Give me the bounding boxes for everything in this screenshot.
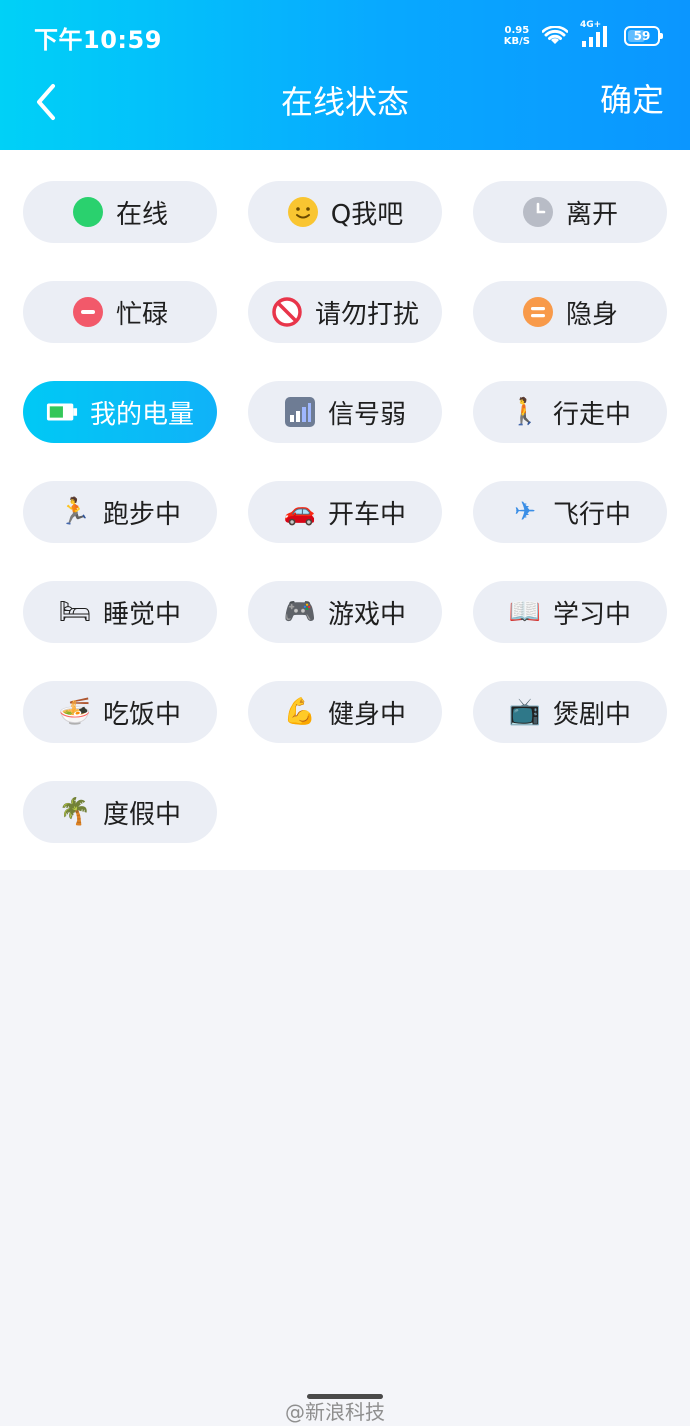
smile-face-icon [287, 196, 319, 228]
bed-icon: 🛏 [58, 597, 92, 627]
noodle-bowl-icon: 🍜 [58, 697, 92, 727]
no-entry-icon [271, 296, 303, 328]
status-option[interactable]: 🏃 跑步中 [23, 481, 217, 543]
status-option-label: 睡觉中 [102, 599, 181, 630]
status-option[interactable]: 🌴 度假中 [23, 781, 217, 843]
status-option-label: 游戏中 [327, 599, 406, 630]
status-option-label: 度假中 [102, 799, 181, 830]
watermark: @新浪科技 [285, 1400, 385, 1424]
status-option[interactable]: 🛏 睡觉中 [23, 581, 217, 643]
status-option-label: 吃饭中 [102, 699, 181, 730]
status-option[interactable]: 忙碌 [23, 281, 217, 343]
battery-icon: 59 [624, 26, 663, 46]
status-option[interactable]: 我的电量 [23, 381, 217, 443]
page-title: 在线状态 [280, 83, 409, 121]
status-panel: 在线 Q我吧 离开忙碌 请勿打扰 隐身我的电量 信号弱 🚶 行走中 🏃 跑步中 🚗 开车中 ✈ 飞行中 🛏 睡… [0, 150, 690, 870]
status-option[interactable]: 🚶 行走中 [473, 381, 667, 443]
status-grid: 在线 Q我吧 离开忙碌 请勿打扰 隐身我的电量 信号弱 🚶 行走中 🏃 跑步中 🚗 开车中 ✈ 飞行中 🛏 睡… [23, 181, 667, 843]
status-option-label: 开车中 [327, 499, 406, 530]
status-bar: 下午10:59 0.95 KB/S 4G+ 59 [0, 0, 690, 70]
battery-level: 59 [633, 29, 651, 43]
status-option-label: 煲剧中 [552, 699, 631, 730]
wifi-icon [542, 26, 568, 44]
airplane-icon: ✈ [514, 497, 536, 527]
status-option[interactable]: ✈ 飞行中 [473, 481, 667, 543]
status-option[interactable]: 请勿打扰 [248, 281, 442, 343]
status-option-label: 飞行中 [552, 499, 631, 530]
walking-icon: 🚶 [508, 397, 542, 427]
app-header: 下午10:59 0.95 KB/S 4G+ 59 在线状态 确定 [0, 0, 690, 150]
status-option[interactable]: 离开 [473, 181, 667, 243]
flexed-arm-icon: 💪 [283, 697, 317, 727]
status-option-label: 学习中 [552, 599, 631, 630]
status-option[interactable]: 🎮 游戏中 [248, 581, 442, 643]
minus-circle-icon [72, 296, 104, 328]
status-option[interactable]: 💪 健身中 [248, 681, 442, 743]
status-option-label: 行走中 [552, 399, 631, 430]
clock-icon [522, 196, 554, 228]
palm-tree-icon: 🌴 [58, 797, 92, 827]
status-option[interactable]: 信号弱 [248, 381, 442, 443]
signal-bars-icon [284, 396, 316, 428]
equals-circle-icon [522, 296, 554, 328]
status-time: 下午10:59 [34, 26, 162, 54]
network-speed-unit: KB/S [503, 36, 530, 47]
tv-icon: 📺 [508, 697, 542, 727]
gamepad-icon: 🎮 [283, 597, 317, 627]
status-option[interactable]: 隐身 [473, 281, 667, 343]
status-option[interactable]: 🍜 吃饭中 [23, 681, 217, 743]
status-option[interactable]: 📖 学习中 [473, 581, 667, 643]
status-option[interactable]: Q我吧 [248, 181, 442, 243]
running-icon: 🏃 [58, 497, 92, 527]
network-speed: 0.95 KB/S [504, 25, 530, 47]
cellular-signal: 4G+ [580, 20, 612, 49]
status-option-label: 跑步中 [102, 499, 181, 530]
status-option-label: 离开 [565, 199, 618, 230]
battery-icon [46, 396, 78, 428]
network-speed-value: 0.95 [504, 25, 530, 36]
status-option-label: Q我吧 [330, 199, 404, 230]
car-icon: 🚗 [283, 497, 317, 527]
status-option-label: 信号弱 [327, 399, 406, 430]
book-icon: 📖 [508, 597, 542, 627]
confirm-button[interactable]: 确定 [600, 78, 664, 122]
green-dot-icon [72, 196, 104, 228]
status-option-label: 隐身 [565, 299, 618, 330]
status-option-label: 健身中 [327, 699, 406, 730]
status-option-label: 在线 [115, 199, 168, 230]
home-indicator[interactable] [307, 1394, 383, 1399]
status-option[interactable]: 🚗 开车中 [248, 481, 442, 543]
signal-icon [582, 26, 607, 47]
status-option-label: 我的电量 [89, 399, 194, 430]
status-option-label: 忙碌 [115, 299, 168, 330]
status-option[interactable]: 在线 [23, 181, 217, 243]
status-icons: 0.95 KB/S 4G+ 59 [504, 20, 663, 50]
status-option[interactable]: 📺 煲剧中 [473, 681, 667, 743]
status-option-label: 请勿打扰 [314, 299, 419, 330]
